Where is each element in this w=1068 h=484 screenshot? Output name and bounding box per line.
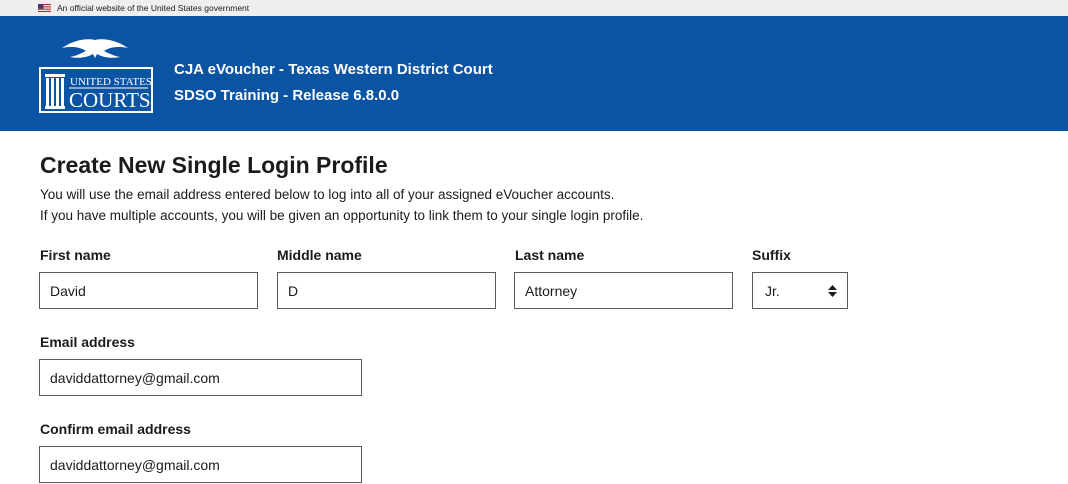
intro-line-2: If you have multiple accounts, you will …: [40, 208, 644, 223]
us-flag-icon: [38, 4, 51, 12]
logo-text-line1: UNITED STATES: [70, 76, 152, 88]
us-courts-eagle-logo[interactable]: UNITED STATES COURTS: [36, 34, 154, 114]
app-title: CJA eVoucher - Texas Western District Co…: [174, 61, 493, 78]
confirm-email-label: Confirm email address: [40, 421, 191, 437]
suffix-label: Suffix: [752, 247, 791, 263]
first-name-label: First name: [40, 247, 111, 263]
last-name-input[interactable]: [514, 272, 733, 309]
last-name-label: Last name: [515, 247, 585, 263]
updown-arrows-icon: [828, 284, 837, 297]
middle-name-input[interactable]: [277, 272, 496, 309]
site-header: UNITED STATES COURTS CJA eVoucher - Texa…: [0, 16, 1068, 131]
intro-line-1: You will use the email address entered b…: [40, 187, 615, 202]
suffix-selected-value: Jr.: [765, 282, 780, 299]
gov-banner-text: An official website of the United States…: [57, 3, 250, 13]
first-name-input[interactable]: [39, 272, 258, 309]
middle-name-label: Middle name: [277, 247, 362, 263]
logo-text-line2: COURTS: [69, 88, 151, 112]
confirm-email-input[interactable]: [39, 446, 362, 483]
page-intro: You will use the email address entered b…: [40, 184, 643, 226]
gov-banner: An official website of the United States…: [0, 0, 1068, 16]
app-subtitle: SDSO Training - Release 6.8.0.0: [174, 87, 400, 104]
page-title: Create New Single Login Profile: [40, 152, 388, 178]
header-titles: CJA eVoucher - Texas Western District Co…: [174, 57, 493, 109]
suffix-select[interactable]: Jr.: [752, 272, 848, 309]
email-input[interactable]: [39, 359, 362, 396]
email-label: Email address: [40, 334, 135, 350]
